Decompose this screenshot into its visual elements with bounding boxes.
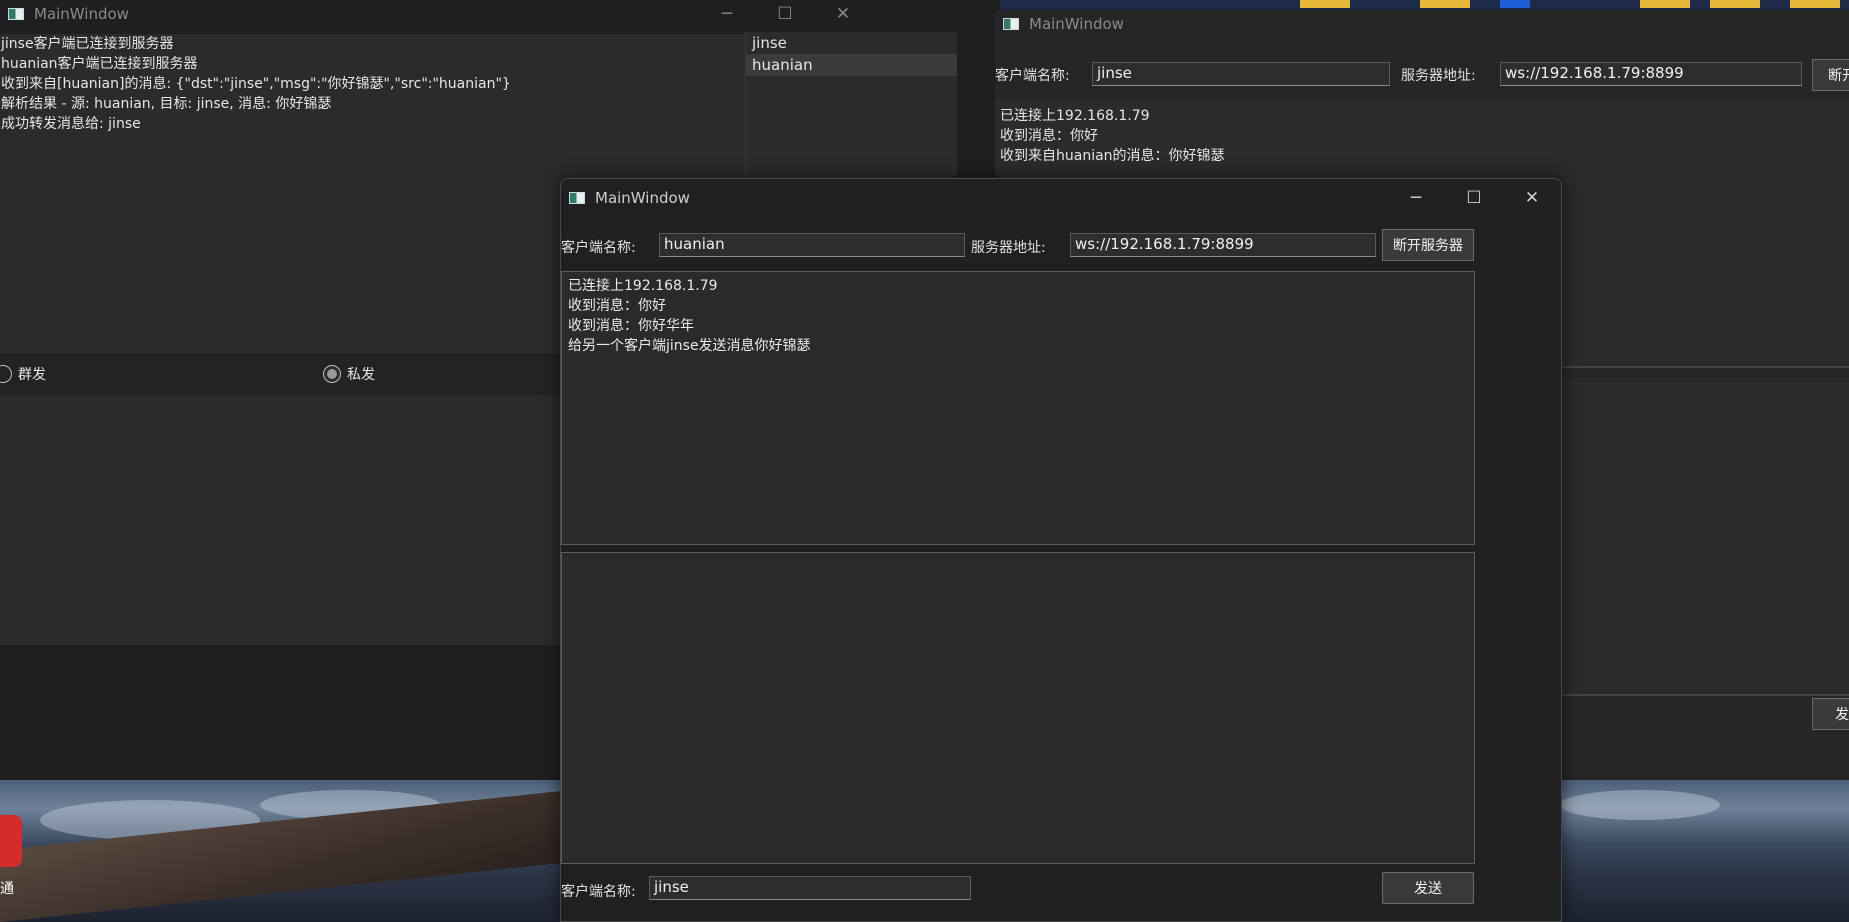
server-address-label: 服务器地址: [1401, 68, 1476, 84]
server-address-label: 服务器地址: [971, 240, 1046, 256]
client-list[interactable]: jinse huanian [745, 32, 957, 182]
strip-tile [1500, 0, 1530, 8]
server-address-input[interactable]: ws://192.168.1.79:8899 [1500, 62, 1802, 86]
log-line: 收到来自[huanian]的消息: {"dst":"jinse","msg":"… [1, 76, 511, 92]
message-line: 收到来自huanian的消息：你好锦瑟 [1000, 148, 1225, 164]
target-client-label: 客户端名称: [561, 884, 636, 900]
desktop-top-strip [1000, 0, 1849, 10]
window-title: MainWindow [595, 189, 690, 207]
compose-textarea[interactable] [561, 552, 1475, 864]
message-line: 收到消息：你好华年 [568, 318, 694, 334]
disconnect-server-button[interactable]: 断开服务器 [1382, 229, 1474, 261]
radio-label: 私发 [347, 367, 375, 383]
log-line: 解析结果 - 源: huanian, 目标: jinse, 消息: 你好锦瑟 [1, 96, 332, 112]
message-log[interactable]: 已连接上192.168.1.79 收到消息：你好 收到消息：你好华年 给另一个客… [561, 271, 1475, 545]
strip-tile [1640, 0, 1690, 8]
message-line: 已连接上192.168.1.79 [1000, 108, 1150, 124]
client-name-label: 客户端名称: [995, 68, 1070, 84]
app-shortcut-icon[interactable] [0, 815, 22, 867]
send-button[interactable]: 发 [1812, 698, 1849, 730]
message-line: 给另一个客户端jinse发送消息你好锦瑟 [568, 338, 811, 354]
message-line: 已连接上192.168.1.79 [568, 278, 718, 294]
message-line: 收到消息：你好 [568, 298, 666, 314]
maximize-icon[interactable]: ☐ [1445, 179, 1503, 217]
radio-private[interactable]: 私发 [323, 364, 375, 384]
huanian-client-window: MainWindow ─ ☐ ✕ 客户端名称: huanian 服务器地址: w… [560, 178, 1562, 922]
client-name-label: 客户端名称: [561, 240, 636, 256]
client-list-item[interactable]: jinse [746, 32, 957, 54]
server-address-input[interactable]: ws://192.168.1.79:8899 [1070, 233, 1376, 257]
strip-tile [1710, 0, 1760, 8]
client-name-input[interactable]: jinse [1092, 62, 1390, 86]
disconnect-button[interactable]: 断开 [1812, 59, 1849, 91]
close-icon[interactable]: ✕ [1503, 179, 1561, 217]
titlebar[interactable]: MainWindow ─ ☐ ✕ [561, 179, 1561, 217]
message-line: 收到消息：你好 [1000, 128, 1098, 144]
log-line: huanian客户端已连接到服务器 [1, 56, 198, 72]
window-title: MainWindow [1029, 15, 1124, 33]
window-title: MainWindow [34, 5, 129, 23]
titlebar[interactable]: MainWindow ─ ☐ ✕ [0, 0, 990, 28]
client-name-input[interactable]: huanian [659, 233, 965, 257]
strip-tile [1790, 0, 1840, 8]
target-client-input[interactable]: jinse [649, 876, 971, 900]
log-line: jinse客户端已连接到服务器 [1, 36, 174, 52]
strip-tile [1420, 0, 1470, 8]
maximize-icon[interactable]: ☐ [756, 0, 814, 28]
radio-label: 群发 [18, 367, 46, 383]
client-list-item[interactable]: huanian [746, 54, 957, 76]
radio-broadcast[interactable]: 群发 [0, 364, 46, 384]
minimize-icon[interactable]: ─ [698, 0, 756, 28]
radio-circle-icon [0, 365, 12, 383]
window-app-icon [1003, 18, 1019, 30]
app-shortcut-label: 通 [0, 881, 14, 897]
titlebar[interactable]: MainWindow [995, 10, 1849, 38]
strip-tile [1300, 0, 1350, 8]
log-line: 成功转发消息给: jinse [1, 116, 141, 132]
window-app-icon [569, 192, 585, 204]
radio-circle-icon [323, 365, 341, 383]
minimize-icon[interactable]: ─ [1387, 179, 1445, 217]
send-button[interactable]: 发送 [1382, 872, 1474, 904]
window-app-icon [8, 8, 24, 20]
close-icon[interactable]: ✕ [814, 0, 872, 28]
